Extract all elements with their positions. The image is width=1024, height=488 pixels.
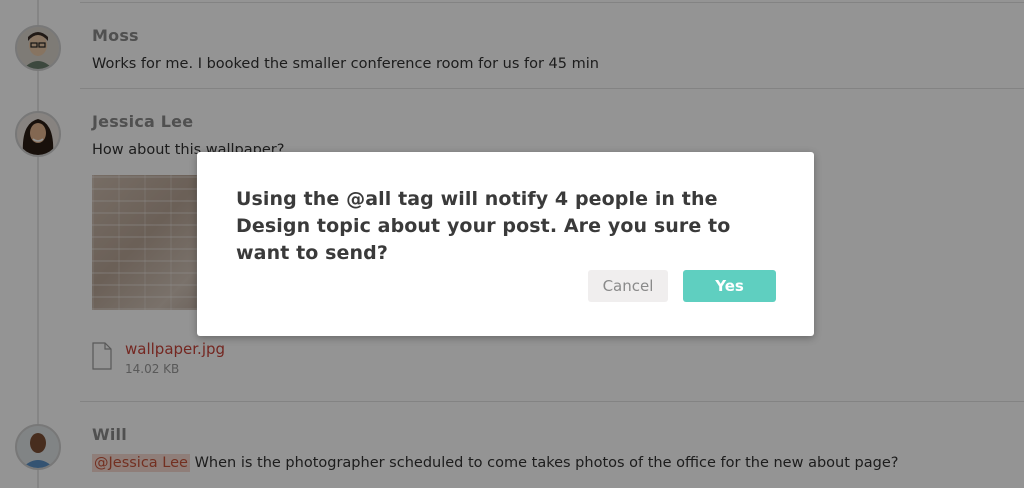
cancel-button[interactable]: Cancel: [588, 270, 668, 302]
confirm-dialog: Using the @all tag will notify 4 people …: [197, 152, 814, 336]
yes-button[interactable]: Yes: [683, 270, 776, 302]
dialog-message: Using the @all tag will notify 4 people …: [236, 188, 731, 264]
